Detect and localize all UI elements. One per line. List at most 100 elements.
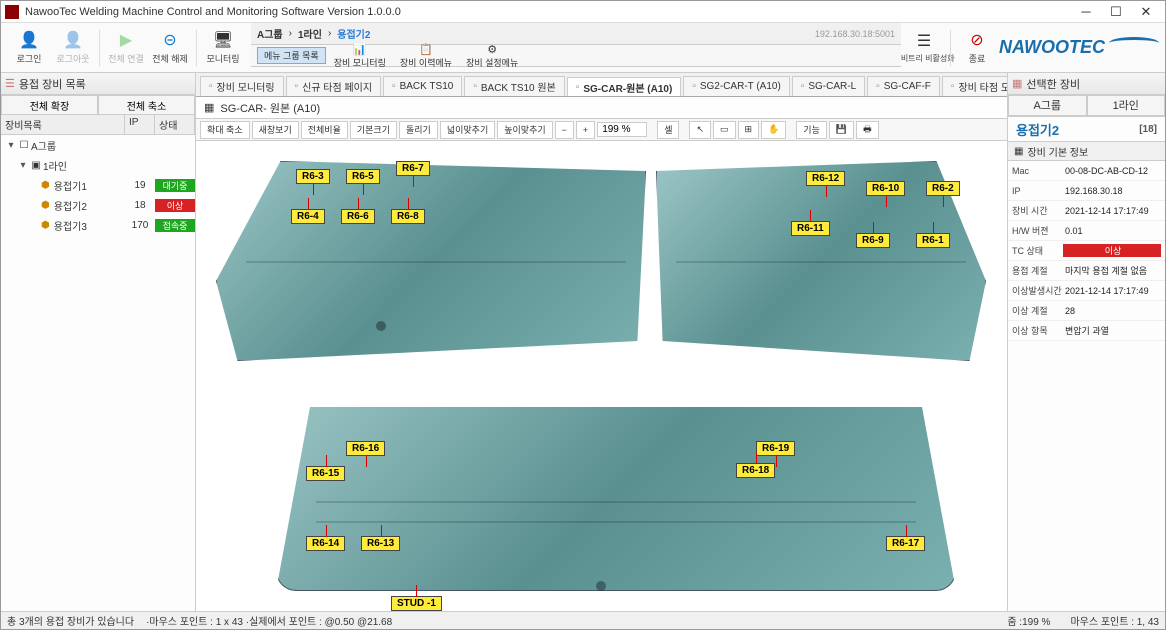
document-tab[interactable]: ▫신규 타점 페이지: [286, 76, 382, 96]
info-row: H/W 버젼0.01: [1008, 221, 1165, 241]
tab-icon: ▫: [392, 81, 396, 92]
stop-icon: ⊝: [160, 30, 180, 50]
drawing-canvas[interactable]: R6-3 R6-5 R6-7 R6-4 R6-6 R6-8 R6-12 R6-1…: [196, 141, 1007, 611]
callout[interactable]: R6-15: [306, 466, 345, 481]
status-summary: 총 3개의 용접 장비가 있습니다: [7, 613, 134, 628]
pointer-tool[interactable]: ↖: [689, 121, 711, 139]
document-tab[interactable]: ▫장비 모니터링: [200, 76, 284, 96]
col-ip: IP: [125, 115, 155, 134]
select-tool[interactable]: ▭: [713, 121, 736, 139]
cell-button[interactable]: 셀: [657, 121, 679, 139]
info-row: TC 상태이상: [1008, 241, 1165, 261]
measure-tool[interactable]: ⊞: [738, 121, 760, 139]
callout[interactable]: R6-8: [391, 209, 425, 224]
status-zoom: 줌 :199 %: [1007, 613, 1050, 628]
pan-tool[interactable]: ✋: [761, 121, 786, 139]
col-state: 상태: [155, 115, 195, 134]
rotate-button[interactable]: 돌리기: [399, 121, 438, 139]
tree-device-row[interactable]: ⬢용접기119대기중: [1, 175, 195, 195]
login-button[interactable]: 👤로그인: [7, 26, 51, 70]
status-mouse2: 마우스 포인트 : 1, 43: [1070, 613, 1159, 628]
connect-all-button[interactable]: ▶전체 연결: [104, 26, 148, 70]
callout[interactable]: R6-7: [396, 161, 430, 176]
zoom-fit-button[interactable]: 확대 축소: [200, 121, 250, 139]
status-mouse: ·마우스 포인트 : 1 x 43 ·실제에서 포인트 : @0.50 @21.…: [146, 613, 392, 628]
callout[interactable]: R6-9: [856, 233, 890, 248]
callout[interactable]: R6-2: [926, 181, 960, 196]
default-size-button[interactable]: 기본크기: [350, 121, 397, 139]
document-tab[interactable]: ▫SG-CAR-원본 (A10): [567, 77, 682, 97]
callout[interactable]: R6-13: [361, 536, 400, 551]
full-ratio-button[interactable]: 전체비율: [301, 121, 348, 139]
crumb-device[interactable]: 용접기2: [337, 26, 370, 41]
ribbon-menu: 메뉴 그룹 목록 📊장비 모니터링 📋장비 이력메뉴 ⚙장비 설정메뉴: [251, 45, 901, 67]
monitor-icon: 🖥: [213, 30, 233, 50]
document-tab[interactable]: ▫SG-CAR-L: [792, 76, 865, 96]
user-icon: 👤: [19, 30, 39, 50]
info-row: 이상발생시간2021-12-14 17:17:49: [1008, 281, 1165, 301]
callout[interactable]: R6-6: [341, 209, 375, 224]
collapse-all-button[interactable]: 전체 축소: [98, 95, 195, 115]
zoom-input[interactable]: [597, 122, 647, 137]
disconnect-all-button[interactable]: ⊝전체 해제: [148, 26, 192, 70]
callout[interactable]: R6-12: [806, 171, 845, 186]
document-subtitle: SG-CAR- 원본 (A10): [220, 100, 320, 116]
crumb-group[interactable]: A그룹: [257, 26, 283, 41]
fit-height-button[interactable]: 높이맞추기: [497, 121, 552, 139]
tree-root[interactable]: ▾ ☐ A그룹: [1, 135, 195, 155]
tree-device-row[interactable]: ⬢용접기3170접속중: [1, 215, 195, 235]
callout[interactable]: R6-5: [346, 169, 380, 184]
tree-line[interactable]: ▾ ▣ 1라인: [1, 155, 195, 175]
info-row: IP192.168.30.18: [1008, 181, 1165, 201]
document-tab[interactable]: ▫SG-CAF-F: [867, 76, 940, 96]
collapse-icon[interactable]: ▾: [5, 140, 17, 151]
menu-group-list[interactable]: 메뉴 그룹 목록: [257, 47, 326, 64]
print-tool[interactable]: 🖶: [856, 121, 879, 139]
callout[interactable]: R6-16: [346, 441, 385, 456]
device-monitor-menu[interactable]: 📊장비 모니터링: [328, 42, 392, 70]
device-history-menu[interactable]: 📋장비 이력메뉴: [394, 42, 458, 70]
minimize-button[interactable]: ─: [1071, 4, 1101, 19]
zoom-in-button[interactable]: +: [576, 121, 595, 139]
callout[interactable]: R6-14: [306, 536, 345, 551]
monitoring-button[interactable]: 🖥모니터링: [201, 26, 245, 70]
cad-part-bottom: [276, 391, 956, 591]
close-button[interactable]: ✕: [1131, 4, 1161, 20]
callout[interactable]: R6-11: [791, 221, 830, 236]
device-setting-menu[interactable]: ⚙장비 설정메뉴: [460, 42, 524, 70]
content-area: ☰ 용접 장비 목록 전체 확장 전체 축소 장비목록 IP 상태 ▾ ☐ A그…: [1, 73, 1165, 611]
callout[interactable]: R6-17: [886, 536, 925, 551]
doc-icon: ▦: [204, 101, 214, 114]
exit-button[interactable]: ⊘종료: [955, 26, 999, 70]
sel-tab-group[interactable]: A그룹: [1008, 95, 1087, 116]
fit-width-button[interactable]: 넓이맞추기: [440, 121, 495, 139]
sel-tab-line[interactable]: 1라인: [1087, 95, 1166, 116]
callout[interactable]: R6-1: [916, 233, 950, 248]
expand-all-button[interactable]: 전체 확장: [1, 95, 98, 115]
tree-device-row[interactable]: ⬢용접기218이상: [1, 195, 195, 215]
folder-icon: ☐: [17, 140, 31, 151]
new-window-button[interactable]: 새창보기: [252, 121, 299, 139]
tree-header: 장비목록 IP 상태: [1, 115, 195, 135]
titlebar: NawooTec Welding Machine Control and Mon…: [1, 1, 1165, 23]
callout[interactable]: R6-4: [291, 209, 325, 224]
crumb-line[interactable]: 1라인: [298, 26, 322, 41]
tab-icon: ▫: [576, 82, 580, 93]
callout[interactable]: R6-18: [736, 463, 775, 478]
callout[interactable]: R6-19: [756, 441, 795, 456]
tree-disable-button[interactable]: ☰장비트리 비활성화: [902, 26, 946, 70]
callout[interactable]: R6-10: [866, 181, 905, 196]
maximize-button[interactable]: ☐: [1101, 4, 1131, 20]
zoom-out-button[interactable]: −: [555, 121, 574, 139]
save-tool[interactable]: 💾: [829, 121, 854, 139]
callout[interactable]: STUD -1: [391, 596, 442, 611]
document-tab[interactable]: ▫SG2-CAR-T (A10): [683, 76, 790, 96]
logout-button[interactable]: 👤로그아웃: [51, 26, 95, 70]
function-button[interactable]: 기능: [796, 121, 827, 139]
document-tab[interactable]: ▫BACK TS10 원본: [464, 76, 564, 96]
collapse-icon[interactable]: ▾: [17, 160, 29, 171]
callout[interactable]: R6-3: [296, 169, 330, 184]
expand-controls: 전체 확장 전체 축소: [1, 95, 195, 115]
document-tab[interactable]: ▫BACK TS10: [383, 76, 462, 96]
document-tab[interactable]: ▫장비 타점 도면 관리: [942, 76, 1007, 96]
